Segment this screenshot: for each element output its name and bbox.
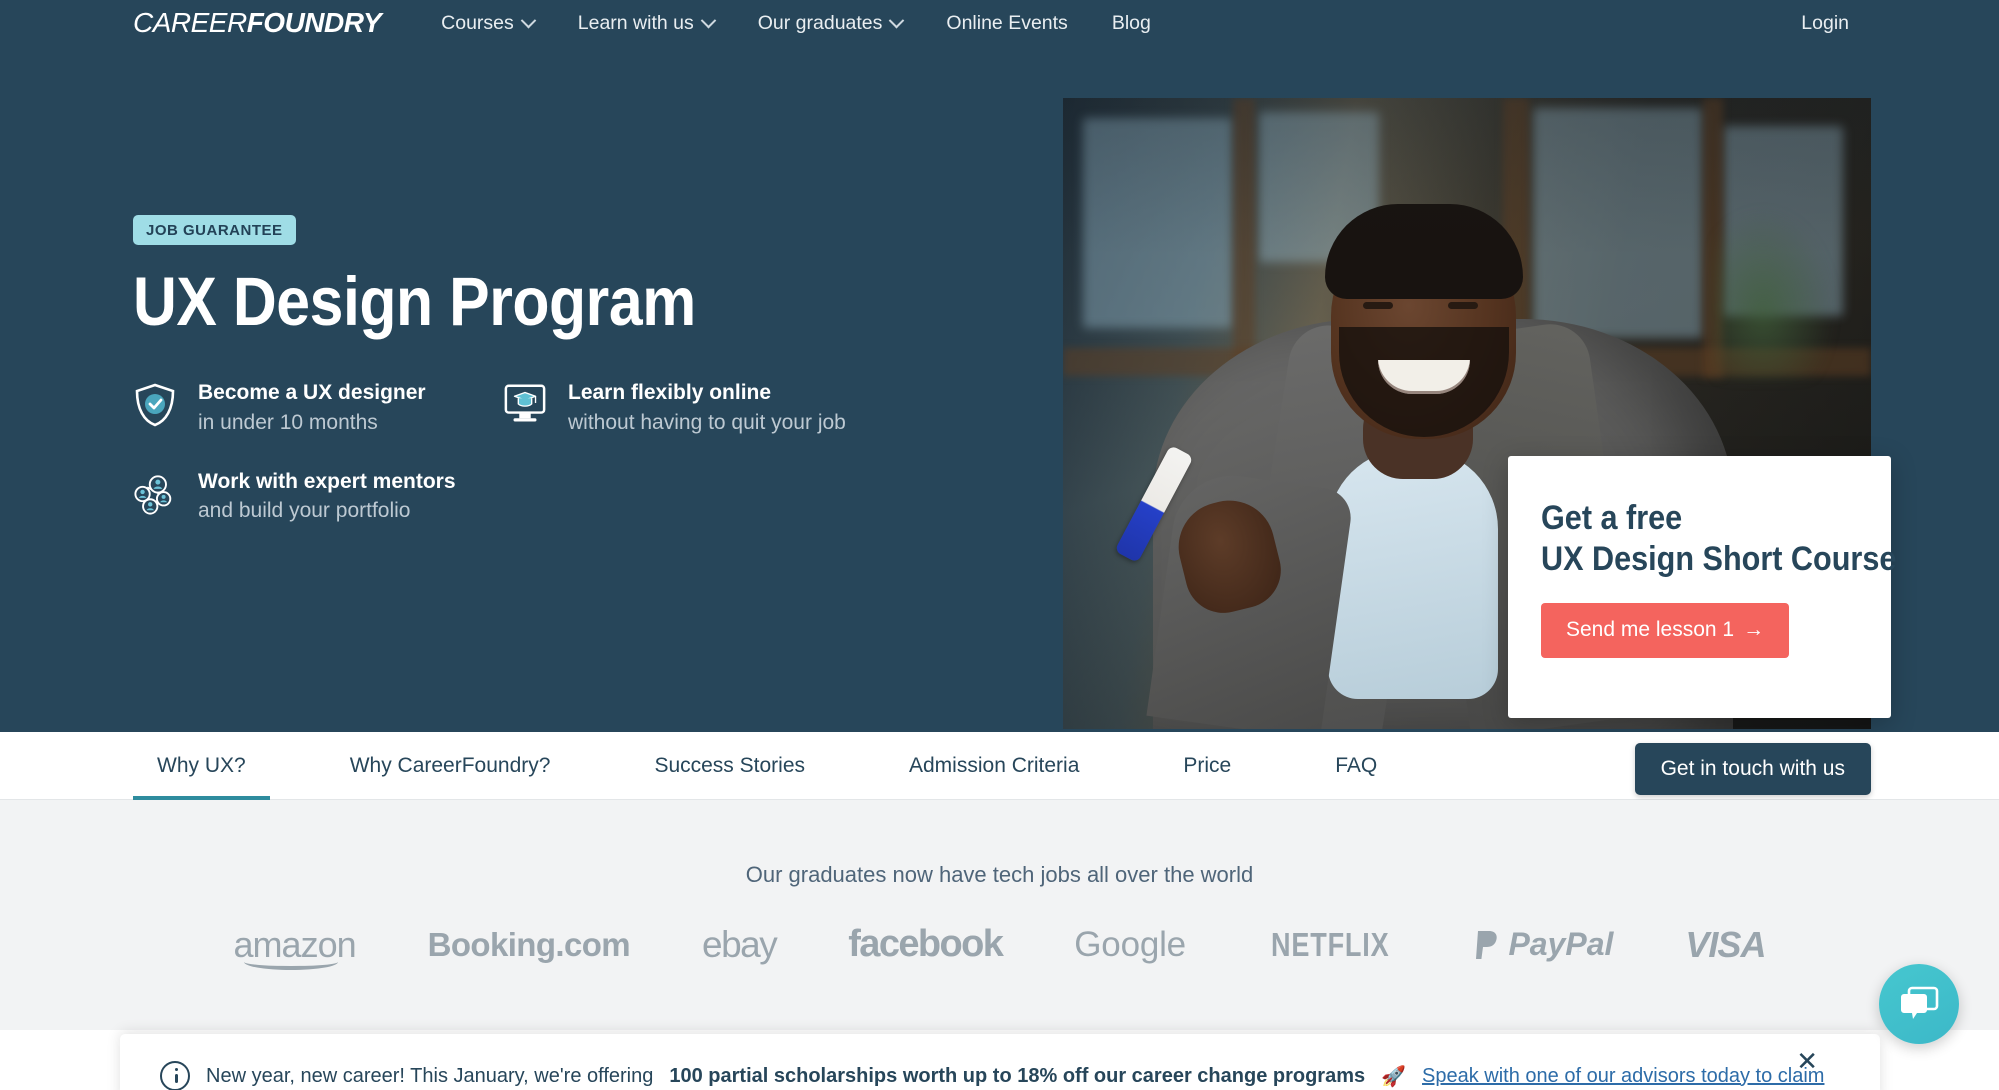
logos-row: amazon Booking.com ebay facebook Google … (0, 923, 1999, 970)
feature-subtitle: and build your portfolio (198, 499, 411, 523)
nav-item-learn-with-us[interactable]: Learn with us (556, 12, 736, 35)
info-circle-icon (160, 1061, 190, 1090)
employer-logos-section: Our graduates now have tech jobs all ove… (0, 800, 1999, 1030)
logo-text-foundry: FOUNDRY (246, 7, 382, 38)
arrow-right-icon: → (1743, 617, 1765, 641)
netflix-logo: NETFLIX (1270, 925, 1390, 963)
booking-logo: Booking.com (427, 925, 631, 963)
feature-text: Work with expert mentors and build your … (198, 469, 456, 526)
chevron-down-icon (889, 12, 905, 28)
careerfoundry-logo[interactable]: CAREERFOUNDRY (133, 7, 382, 39)
promo-text-lead: New year, new career! This January, we'r… (206, 1064, 654, 1087)
nav-label: Courses (441, 11, 514, 34)
promo-text-bold: 100 partial scholarships worth up to 18%… (669, 1064, 1366, 1087)
feature-subtitle: in under 10 months (198, 411, 378, 435)
hero-feature-list: Become a UX designer in under 10 months (133, 380, 933, 525)
amazon-smile-icon (243, 954, 338, 970)
get-in-touch-button[interactable]: Get in touch with us (1634, 743, 1871, 795)
tab-why-ux[interactable]: Why UX? (133, 732, 270, 800)
tab-admission-criteria[interactable]: Admission Criteria (885, 732, 1103, 800)
feature-subtitle: without having to quit your job (568, 411, 846, 435)
feature-title: Learn flexibly online (568, 381, 772, 405)
google-logo: Google (1074, 924, 1186, 964)
hero-section: JOB GUARANTEE UX Design Program Become a… (0, 46, 1999, 732)
nav-label: Learn with us (577, 11, 694, 34)
section-tabbar: Why UX? Why CareerFoundry? Success Stori… (0, 732, 1999, 800)
login-link[interactable]: Login (1801, 0, 1999, 46)
nav-item-courses[interactable]: Courses (419, 12, 556, 35)
status-badge: JOB GUARANTEE (133, 215, 296, 245)
tab-label: Why UX? (157, 754, 246, 777)
feature-text: Learn flexibly online without having to … (568, 380, 846, 437)
send-me-lesson-label: Send me lesson 1 (1566, 617, 1735, 641)
facebook-logo: facebook (848, 923, 1004, 965)
feature-title: Become a UX designer (198, 381, 426, 405)
tab-why-careerfoundry[interactable]: Why CareerFoundry? (326, 732, 575, 800)
nav-label: Online Events (946, 11, 1068, 34)
paypal-label: PayPal (1508, 926, 1614, 962)
offer-title-line1: Get a free (1541, 499, 1683, 537)
login-label: Login (1801, 11, 1849, 34)
site-header: CAREERFOUNDRY Courses Learn with us Our … (0, 0, 1999, 46)
chat-widget-button[interactable] (1879, 964, 1959, 1044)
rocket-icon: 🚀 (1381, 1065, 1407, 1088)
tab-faq[interactable]: FAQ (1311, 732, 1401, 800)
tab-label: Why CareerFoundry? (349, 754, 551, 777)
shield-check-icon (133, 382, 177, 433)
tab-label: Success Stories (654, 754, 805, 777)
promo-banner-content: New year, new career! This January, we'r… (120, 1034, 1880, 1090)
ebay-logo: ebay (702, 923, 778, 965)
page-title: UX Design Program (133, 263, 696, 340)
tab-price[interactable]: Price (1159, 732, 1255, 800)
tab-success-stories[interactable]: Success Stories (630, 732, 829, 800)
logo-text-career: CAREER (133, 7, 247, 38)
feature-row: Become a UX designer in under 10 months (133, 380, 933, 437)
paypal-logo: PayPal (1474, 926, 1613, 963)
monitor-graduation-cap-icon (503, 382, 547, 429)
feature-item-work-with-expert-mentors: Work with expert mentors and build your … (133, 469, 933, 526)
send-me-lesson-button[interactable]: Send me lesson 1 → (1541, 602, 1790, 658)
close-icon[interactable]: ✕ (1796, 1048, 1818, 1074)
tab-list: Why UX? Why CareerFoundry? Success Stori… (133, 732, 1457, 800)
mentor-network-icon (133, 471, 177, 522)
promo-banner: New year, new career! This January, we'r… (120, 1034, 1880, 1090)
tab-label: Admission Criteria (909, 754, 1080, 777)
amazon-logo: amazon (234, 924, 357, 970)
paypal-p-icon (1476, 930, 1498, 959)
chevron-down-icon (520, 12, 537, 28)
nav-item-blog[interactable]: Blog (1090, 12, 1173, 35)
tab-label: FAQ (1335, 754, 1378, 777)
feature-item-learn-flexibly-online: Learn flexibly online without having to … (503, 380, 846, 437)
main-nav: Courses Learn with us Our graduates Onli… (419, 12, 1173, 35)
nav-item-our-graduates[interactable]: Our graduates (736, 12, 925, 35)
offer-title-line2: UX Design Short Course (1541, 539, 1897, 578)
nav-item-online-events[interactable]: Online Events (924, 12, 1089, 35)
nav-label: Blog (1111, 11, 1151, 34)
free-course-offer-card: Get a free UX Design Short Course Send m… (1508, 456, 1897, 718)
tab-label: Price (1183, 754, 1232, 777)
visa-logo: VISA (1685, 923, 1766, 965)
chevron-down-icon (700, 12, 717, 28)
feature-text: Become a UX designer in under 10 months (198, 380, 426, 437)
hero-content: JOB GUARANTEE UX Design Program Become a… (133, 46, 963, 526)
feature-item-become-ux-designer: Become a UX designer in under 10 months (133, 380, 503, 437)
page-root: CAREERFOUNDRY Courses Learn with us Our … (0, 0, 1999, 1090)
feature-title: Work with expert mentors (198, 469, 456, 493)
chat-bubbles-icon (1901, 986, 1939, 1019)
logos-heading: Our graduates now have tech jobs all ove… (745, 862, 1254, 887)
promo-advisor-link[interactable]: Speak with one of our advisors today to … (1422, 1065, 1824, 1088)
nav-label: Our graduates (757, 11, 883, 34)
